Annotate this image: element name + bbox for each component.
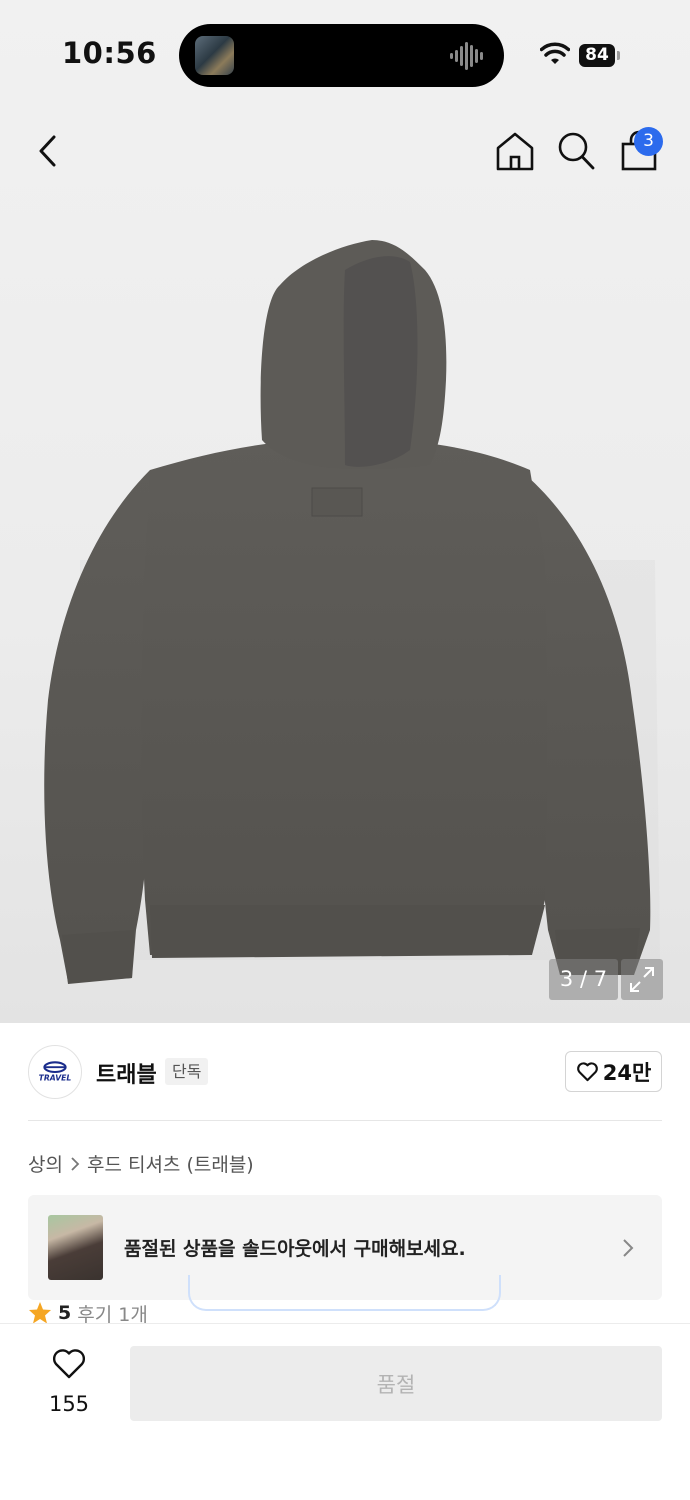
- brand-row: TRAVEL 트래블 단독 24만: [0, 1023, 690, 1121]
- audio-wave-icon: [450, 42, 483, 70]
- search-icon[interactable]: [556, 130, 596, 172]
- section-divider: [28, 1120, 662, 1121]
- brand-like-button[interactable]: 24만: [565, 1051, 662, 1092]
- banner-thumbnail: [48, 1215, 103, 1280]
- chevron-left-icon[interactable]: [28, 128, 68, 174]
- image-counter: 3 / 7: [549, 959, 618, 1000]
- rating-row[interactable]: 5 후기 1개: [28, 1302, 148, 1324]
- brand-like-count: 24만: [602, 1060, 652, 1085]
- battery-cap: [617, 51, 620, 60]
- status-time: 10:56: [62, 36, 157, 70]
- travel-logo-icon: TRAVEL: [39, 1061, 72, 1083]
- exclusive-tag: 단독: [165, 1058, 209, 1085]
- floating-pill-edge: [188, 1275, 501, 1311]
- brand-logo[interactable]: TRAVEL: [28, 1045, 82, 1099]
- home-icon[interactable]: [494, 130, 536, 172]
- chevron-right-icon: [71, 1156, 80, 1171]
- review-count: 후기 1개: [77, 1303, 148, 1325]
- soldout-button[interactable]: 품절: [130, 1346, 662, 1421]
- brand-name[interactable]: 트래블: [96, 1057, 157, 1089]
- bottom-action-bar: 155 품절: [0, 1323, 690, 1500]
- wishlist-button[interactable]: 155: [42, 1348, 96, 1428]
- svg-text:TRAVEL: TRAVEL: [39, 1074, 72, 1083]
- breadcrumb: 상의 후드 티셔츠 (트래블): [28, 1150, 254, 1177]
- banner-text: 품절된 상품을 솔드아웃에서 구매해보세요.: [124, 1238, 466, 1260]
- product-detail-page: 10:56 84 3 3 / 7 TRAVEL 트래블 단독 24만 상의 후드…: [0, 0, 690, 1500]
- battery-indicator: 84: [579, 44, 615, 67]
- chevron-right-icon: [623, 1239, 634, 1257]
- heart-icon: [576, 1062, 598, 1082]
- star-icon: [29, 1302, 51, 1324]
- wifi-icon: [540, 42, 570, 64]
- now-playing-thumbnail: [195, 36, 234, 75]
- status-bar: 10:56 84: [0, 0, 690, 110]
- dynamic-island[interactable]: [179, 24, 504, 87]
- breadcrumb-subcategory[interactable]: 후드 티셔츠 (트래블): [87, 1150, 254, 1177]
- rating-score: 5: [58, 1302, 72, 1324]
- heart-icon: [52, 1349, 86, 1379]
- cart-count-badge: 3: [634, 127, 663, 156]
- expand-button[interactable]: [621, 959, 663, 1000]
- expand-icon: [630, 967, 654, 992]
- wishlist-count: 155: [48, 1392, 90, 1416]
- breadcrumb-category[interactable]: 상의: [28, 1150, 63, 1177]
